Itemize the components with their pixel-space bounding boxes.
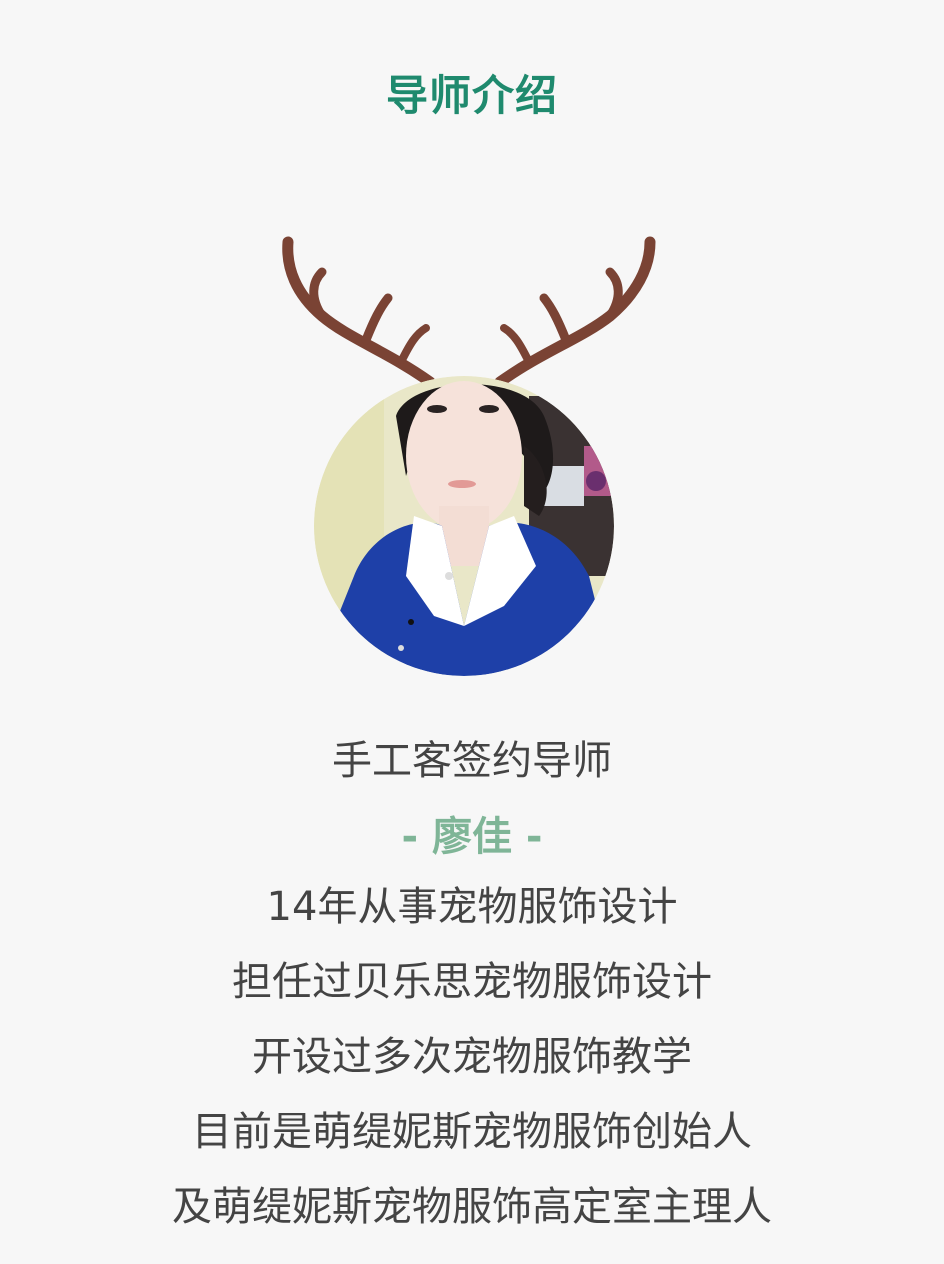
mentor-portrait [270,236,674,686]
mentor-role: 手工客签约导师 [332,738,612,784]
mentor-bio: 14年从事宠物服饰设计 担任过贝乐思宠物服饰设计 开设过多次宠物服饰教学 目前是… [0,876,944,1251]
mentor-intro-page: 导师介绍 手工客签约导师 - 廖佳 - 14年从事宠物服饰设计 担任过贝乐思宠物… [0,0,944,1264]
bio-line: 14年从事宠物服饰设计 [266,884,678,930]
bio-line: 担任过贝乐思宠物服饰设计 [232,959,712,1005]
mentor-avatar [314,376,614,676]
mentor-name: - 廖佳 - [401,814,543,860]
bio-line: 目前是萌缇妮斯宠物服饰创始人 [192,1109,752,1155]
bio-line: 及萌缇妮斯宠物服饰高定室主理人 [172,1184,772,1230]
bio-line: 开设过多次宠物服饰教学 [252,1034,692,1080]
antlers-icon [282,236,656,388]
section-title: 导师介绍 [385,71,558,120]
